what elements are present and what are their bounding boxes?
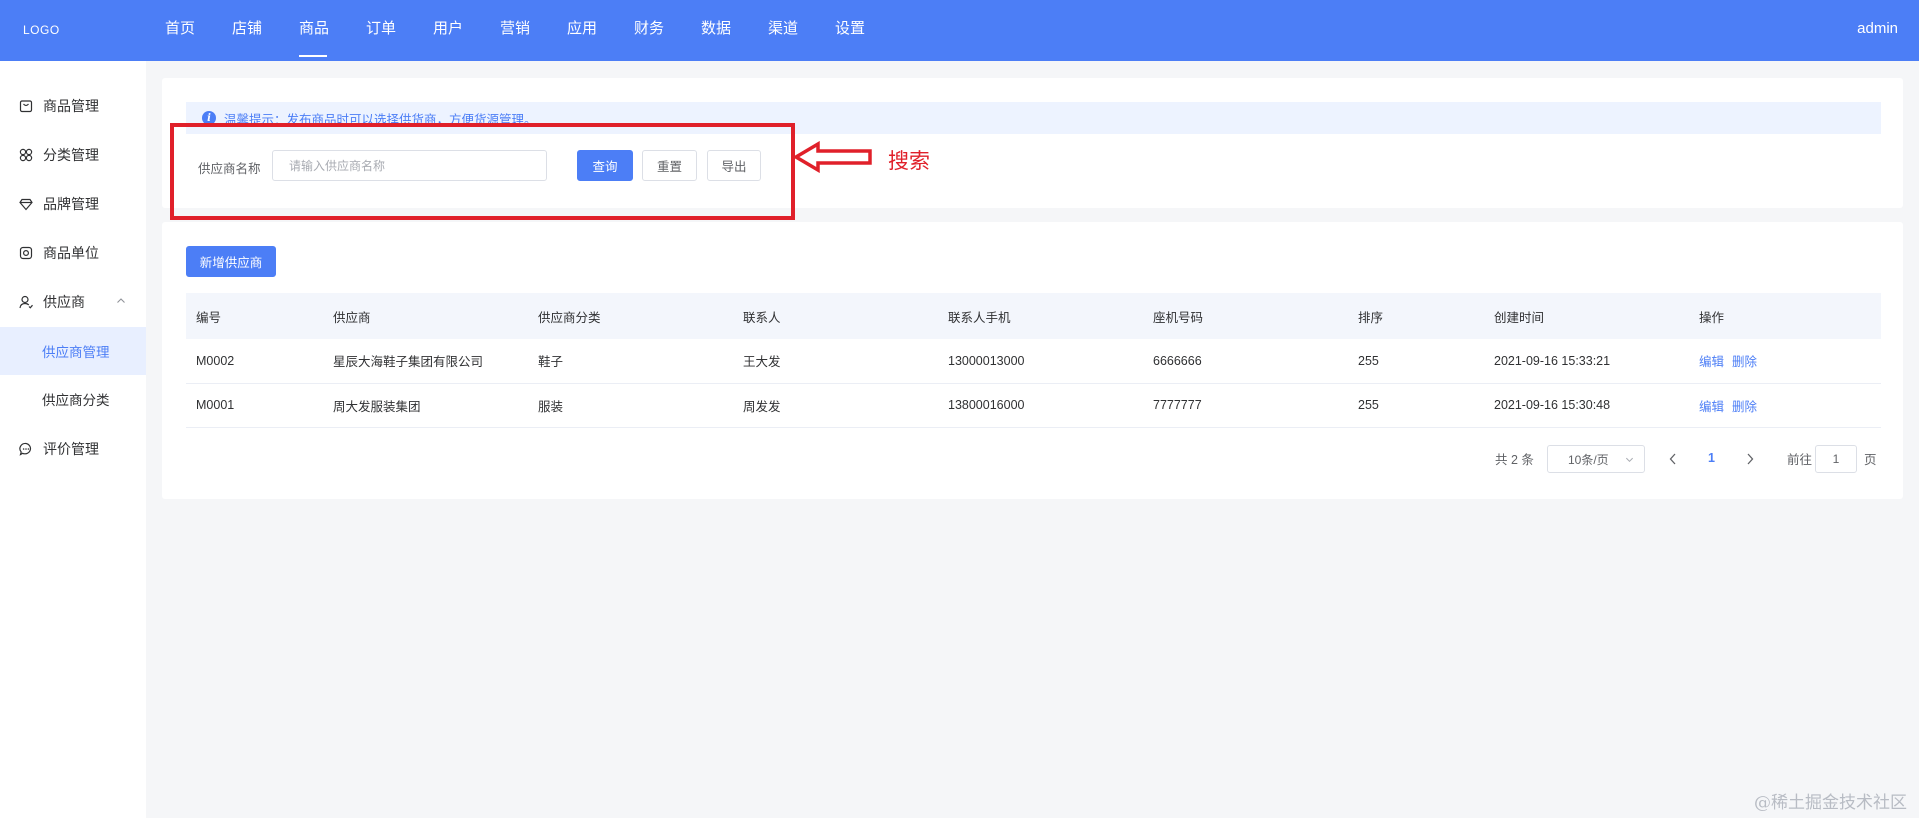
nav-goods[interactable]: 商品 [299,0,366,61]
cell-created: 2021-09-16 15:33:21 [1494,353,1611,368]
user-menu[interactable]: admin [1857,20,1898,37]
cell-category: 鞋子 [538,355,564,370]
nav-settings[interactable]: 设置 [835,0,902,61]
diamond-icon [19,197,33,211]
nav-orders[interactable]: 订单 [366,0,433,61]
sidebar-item-label: 供应商 [43,294,85,310]
annotation-highlight-box [170,123,795,220]
column-header: 联系人手机 [948,310,1011,325]
column-header: 供应商 [333,310,371,325]
table-header-row: 编号 供应商 供应商分类 联系人 联系人手机 座机号码 排序 创建时间 操作 [186,293,1881,339]
cell-sort: 255 [1358,353,1379,368]
cell-actions: 编辑 删除 [1689,383,1881,427]
column-header: 排序 [1358,310,1384,325]
nav-data[interactable]: 数据 [701,0,768,61]
sidebar-item-label: 供应商分类 [42,393,110,408]
add-supplier-button[interactable]: 新增供应商 [186,246,276,277]
cell-actions: 编辑 删除 [1689,339,1881,383]
sidebar-item-supplier-management[interactable]: 供应商管理 [0,327,146,375]
top-navbar: LOGO 首页 店铺 商品 订单 用户 营销 应用 财务 数据 渠道 设置 ad… [0,0,1919,61]
column-header: 联系人 [743,310,781,325]
watermark: @稀土掘金技术社区 [1754,793,1907,813]
pagination-total: 共 2 条 [1495,452,1534,467]
cell-phone: 6666666 [1153,353,1202,368]
sidebar-item-supplier-category[interactable]: 供应商分类 [0,375,146,423]
nav-home[interactable]: 首页 [165,0,232,61]
cell-mobile: 13000013000 [948,353,1025,368]
annotation-label: 搜索 [888,150,930,173]
goto-label: 前往 [1787,452,1813,467]
sidebar-item-goods-unit[interactable]: 商品单位 [0,229,146,277]
prev-page-icon[interactable] [1668,452,1678,466]
sidebar-item-category-management[interactable]: 分类管理 [0,131,146,179]
cell-contact: 王大发 [743,355,781,370]
cell-supplier: 周大发服装集团 [333,399,421,414]
edit-link[interactable]: 编辑 [1699,400,1724,414]
grid-icon [19,148,33,162]
sidebar: 商品管理 分类管理 品牌管理 商品单位 供应商 供应商管理 供应商分类 评价管理 [0,61,146,818]
cell-id: M0001 [196,398,235,412]
logo[interactable]: LOGO [23,23,60,37]
sidebar-item-review-management[interactable]: 评价管理 [0,425,146,473]
edit-link[interactable]: 编辑 [1699,355,1724,369]
sidebar-item-label: 评价管理 [43,441,99,457]
sidebar-item-label: 供应商管理 [42,345,110,360]
next-page-icon[interactable] [1745,452,1755,466]
nav-users[interactable]: 用户 [433,0,500,61]
column-header: 座机号码 [1153,310,1204,325]
page-suffix-label: 页 [1864,452,1877,467]
cell-mobile: 13800016000 [948,398,1025,412]
column-header: 创建时间 [1494,310,1545,325]
cell-phone: 7777777 [1153,398,1202,412]
annotation-arrow-icon [794,141,872,173]
page-size-value: 10条/页 [1568,452,1609,467]
sidebar-item-label: 品牌管理 [43,196,99,212]
cell-created: 2021-09-16 15:30:48 [1494,398,1611,412]
bag-icon [19,99,33,113]
user-icon [19,295,33,309]
column-header: 供应商分类 [538,310,601,325]
cell-category: 服装 [538,399,564,414]
cell-id: M0002 [196,353,235,368]
sidebar-item-label: 分类管理 [43,147,99,163]
delete-link[interactable]: 删除 [1732,400,1757,414]
nav-marketing[interactable]: 营销 [500,0,567,61]
delete-link[interactable]: 删除 [1732,355,1757,369]
table-row: M0001 周大发服装集团 服装 周发发 13800016000 7777777… [186,383,1881,427]
goto-page-input[interactable] [1815,445,1857,473]
column-header: 操作 [1699,310,1725,325]
chevron-down-icon [1625,457,1634,463]
camera-icon [19,246,33,260]
column-header: 编号 [196,310,222,325]
cell-sort: 255 [1358,398,1379,412]
table-row: M0002 星辰大海鞋子集团有限公司 鞋子 王大发 13000013000 66… [186,339,1881,383]
supplier-table: 编号 供应商 供应商分类 联系人 联系人手机 座机号码 排序 创建时间 操作 M… [186,293,1881,428]
chat-icon [19,442,33,456]
sidebar-item-goods-management[interactable]: 商品管理 [0,82,146,130]
sidebar-item-label: 商品单位 [43,245,99,261]
page-size-select[interactable]: 10条/页 [1547,445,1645,473]
page-number-current[interactable]: 1 [1708,451,1715,465]
nav-channels[interactable]: 渠道 [768,0,835,61]
nav-finance[interactable]: 财务 [634,0,701,61]
sidebar-item-label: 商品管理 [43,98,99,114]
main-nav: 首页 店铺 商品 订单 用户 营销 应用 财务 数据 渠道 设置 [165,0,902,61]
sidebar-item-supplier[interactable]: 供应商 [0,278,146,326]
cell-contact: 周发发 [743,399,781,414]
chevron-up-icon [117,298,125,303]
sidebar-item-brand-management[interactable]: 品牌管理 [0,180,146,228]
nav-store[interactable]: 店铺 [232,0,299,61]
nav-apps[interactable]: 应用 [567,0,634,61]
cell-supplier: 星辰大海鞋子集团有限公司 [333,355,484,370]
